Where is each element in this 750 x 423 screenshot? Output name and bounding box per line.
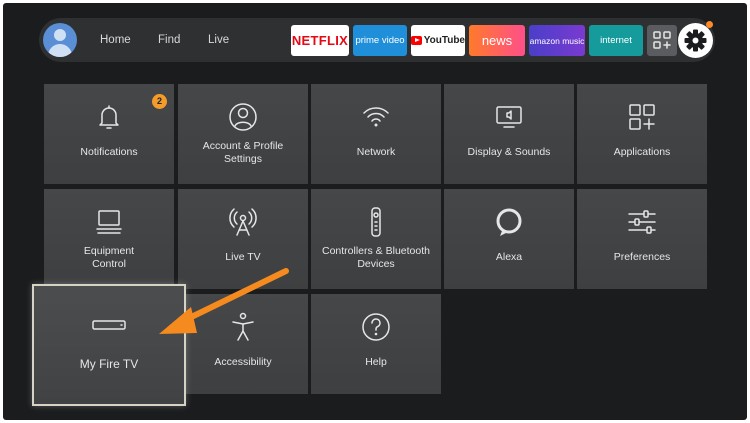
fire-tv-settings-screen: Home Find Live NETFLIX prime video YouTu… — [3, 3, 747, 420]
annotation-arrow-icon — [159, 268, 289, 334]
